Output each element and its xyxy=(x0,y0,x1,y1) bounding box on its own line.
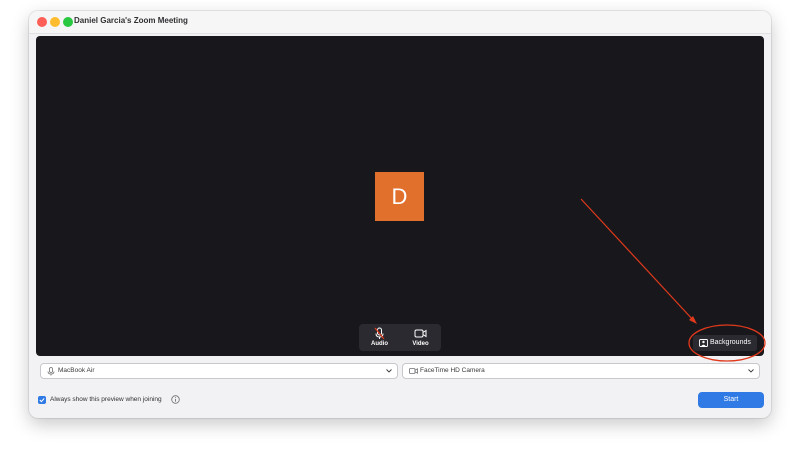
camera-value: FaceTime HD Camera xyxy=(420,367,485,374)
maximize-window-button[interactable] xyxy=(63,17,73,27)
always-show-preview-checkbox[interactable] xyxy=(38,396,46,404)
muted-microphone-icon xyxy=(374,327,385,340)
audio-button[interactable]: Audio xyxy=(359,324,400,351)
zoom-preview-window: Daniel Garcia's Zoom Meeting D Audio Vid… xyxy=(29,11,771,418)
video-camera-icon xyxy=(414,329,427,338)
backgrounds-label: Backgrounds xyxy=(710,339,751,346)
microphone-select[interactable]: MacBook Air xyxy=(40,363,398,379)
window-title: Daniel Garcia's Zoom Meeting xyxy=(74,16,188,25)
close-window-button[interactable] xyxy=(37,17,47,27)
minimize-window-button[interactable] xyxy=(50,17,60,27)
chevron-down-icon xyxy=(386,369,392,373)
avatar: D xyxy=(375,172,424,221)
video-button[interactable]: Video xyxy=(400,324,441,351)
start-button[interactable]: Start xyxy=(698,392,764,408)
microphone-value: MacBook Air xyxy=(58,367,95,374)
audio-label: Audio xyxy=(371,341,388,347)
backgrounds-button[interactable]: Backgrounds xyxy=(693,335,757,351)
always-show-preview-label: Always show this preview when joining xyxy=(50,396,162,403)
camera-select[interactable]: FaceTime HD Camera xyxy=(402,363,760,379)
title-bar: Daniel Garcia's Zoom Meeting xyxy=(29,11,771,34)
video-preview: D Audio Video Backgrounds xyxy=(36,36,764,356)
microphone-icon xyxy=(47,367,55,376)
info-icon[interactable] xyxy=(171,395,180,404)
person-background-icon xyxy=(699,339,708,347)
checkmark-icon xyxy=(39,398,45,403)
chevron-down-icon xyxy=(748,369,754,373)
start-label: Start xyxy=(723,396,739,403)
video-label: Video xyxy=(412,341,429,347)
preview-controls: Audio Video xyxy=(359,324,441,351)
video-camera-icon xyxy=(409,368,418,374)
